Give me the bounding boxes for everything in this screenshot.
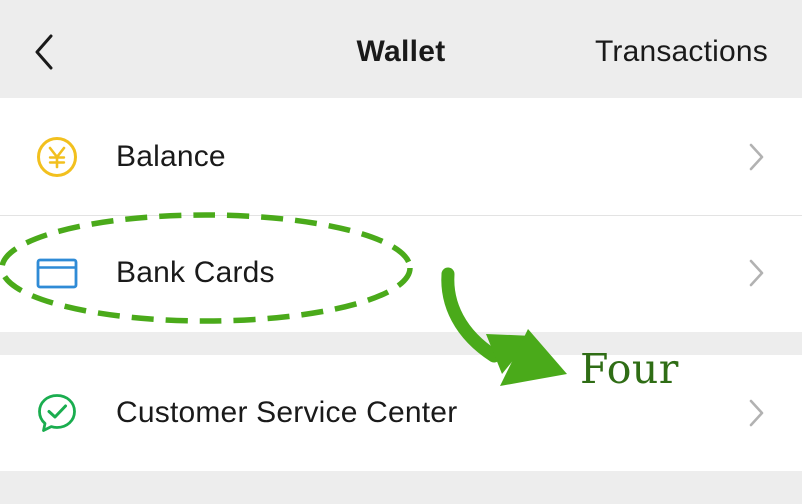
chat-check-icon	[35, 391, 79, 435]
transactions-button[interactable]: Transactions	[595, 30, 768, 74]
chevron-right-icon	[746, 142, 766, 172]
bank-cards-label: Bank Cards	[116, 256, 275, 289]
customer-service-label: Customer Service Center	[116, 396, 458, 429]
support-menu-group: Customer Service Center	[0, 355, 802, 471]
yen-coin-icon	[35, 135, 79, 179]
balance-row[interactable]: Balance	[0, 98, 802, 215]
navigation-bar: Wallet Transactions	[0, 0, 802, 98]
bank-card-icon	[35, 251, 79, 295]
chevron-right-icon	[746, 398, 766, 428]
chevron-right-icon	[746, 258, 766, 288]
wallet-menu-group: Balance Bank Cards	[0, 98, 802, 332]
balance-label: Balance	[116, 139, 226, 173]
annotation-step-label: Four	[580, 345, 679, 393]
customer-service-row[interactable]: Customer Service Center	[0, 355, 802, 471]
bank-cards-row[interactable]: Bank Cards	[0, 215, 802, 331]
